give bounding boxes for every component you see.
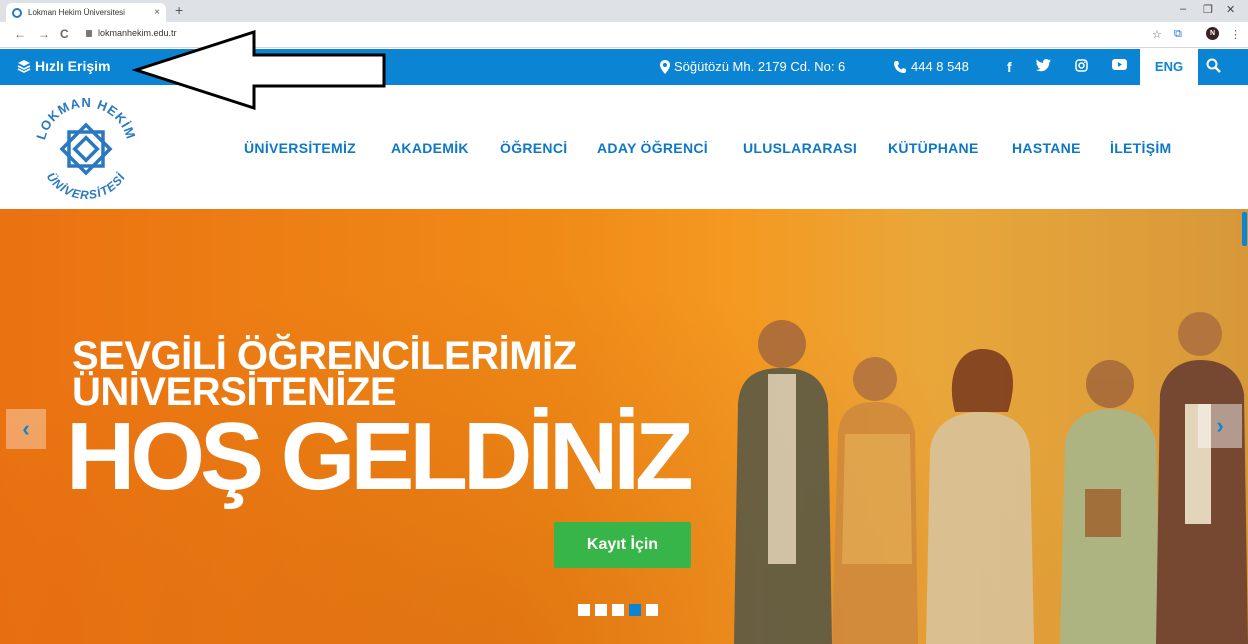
slider-dot[interactable] [595,604,607,616]
new-tab-button[interactable]: + [175,2,183,18]
slider-dot-active[interactable] [629,604,641,616]
restore-button[interactable]: ❐ [1203,3,1213,16]
search-icon[interactable] [1206,58,1221,76]
nav-hastane[interactable]: HASTANE [1012,140,1081,156]
reload-button[interactable]: C [60,27,69,41]
instagram-icon[interactable] [1075,59,1088,72]
lock-icon [86,30,92,37]
university-logo[interactable]: LOKMAN HEKİM ÜNİVERSİTESİ [26,89,146,209]
slider-dot[interactable] [578,604,590,616]
profile-avatar[interactable]: N [1206,27,1219,40]
nav-iletisim[interactable]: İLETİŞİM [1110,140,1172,156]
nav-kutuphane[interactable]: KÜTÜPHANE [888,140,979,156]
address-link[interactable]: Söğütözü Mh. 2179 Cd. No: 6 [660,59,845,74]
slider-dot[interactable] [612,604,624,616]
hero-headline: HOŞ GELDİNİZ [66,403,694,510]
slider-pagination [578,604,658,616]
language-button[interactable]: ENG [1140,49,1198,85]
bookmark-star-icon[interactable]: ☆ [1152,28,1162,41]
twitter-icon[interactable] [1036,59,1051,72]
slider-next-button[interactable]: › [1198,404,1242,448]
register-button[interactable]: Kayıt İçin [554,522,691,568]
svg-text:LOKMAN HEKİM: LOKMAN HEKİM [33,95,139,141]
browser-menu-icon[interactable]: ⋮ [1230,28,1241,41]
quick-access-label: Hızlı Erişim [35,58,111,74]
phone-icon [894,60,906,73]
phone-text: 444 8 548 [911,59,969,74]
address-text: Söğütözü Mh. 2179 Cd. No: 6 [674,59,846,74]
hero-slider: SEVGİLİ ÖĞRENCİLERİMİZ ÜNİVERSİTENİZE HO… [0,209,1248,644]
nav-ogrenci[interactable]: ÖĞRENCİ [500,140,567,156]
facebook-icon[interactable]: f [1007,59,1012,75]
slider-dot[interactable] [646,604,658,616]
extension-icon[interactable]: ⧉ [1174,28,1182,41]
nav-aday-ogrenci[interactable]: ADAY ÖĞRENCİ [597,140,708,156]
back-button[interactable]: ← [14,27,26,41]
page-scrollbar[interactable] [1242,212,1247,246]
nav-universitemiz[interactable]: ÜNİVERSİTEMİZ [244,140,356,156]
browser-tab-bar: Lokman Hekim Üniversitesi × + – ❐ ✕ [0,0,1248,22]
slider-prev-button[interactable]: ‹ [6,409,46,449]
forward-button[interactable]: → [38,27,50,41]
close-window-button[interactable]: ✕ [1226,3,1235,16]
annotation-arrow-icon [132,29,386,111]
tab-close-button[interactable]: × [154,7,160,18]
layers-icon [17,60,31,73]
students-photo [734,312,1248,644]
youtube-icon[interactable] [1112,59,1127,70]
phone-link[interactable]: 444 8 548 [893,59,969,74]
quick-access-button[interactable]: Hızlı Erişim [17,58,110,74]
tab-title: Lokman Hekim Üniversitesi [28,8,125,17]
nav-akademik[interactable]: AKADEMİK [391,140,469,156]
map-pin-icon [660,59,670,74]
minimize-button[interactable]: – [1180,3,1186,15]
browser-tab[interactable]: Lokman Hekim Üniversitesi × [6,3,166,22]
nav-uluslararasi[interactable]: ULUSLARARASI [743,140,857,156]
favicon-icon [12,7,22,18]
